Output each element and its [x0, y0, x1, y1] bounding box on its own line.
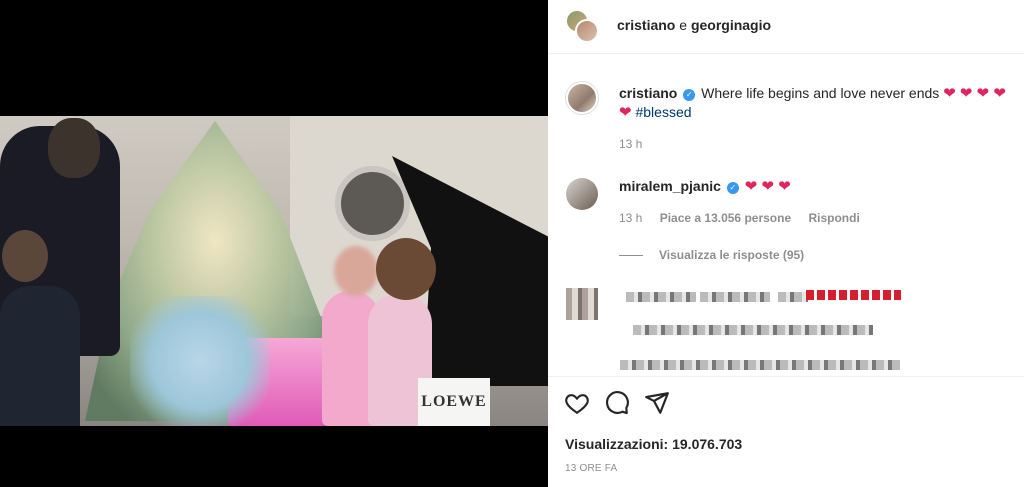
verified-icon: ✓ [726, 182, 739, 194]
likes-count[interactable]: Piace a 13.056 persone [660, 211, 791, 225]
verified-icon: ✓ [683, 89, 696, 101]
media-area: LOEWE [0, 0, 548, 487]
hashtag-link[interactable]: #blessed [635, 104, 691, 120]
heart-emoji: ❤ [619, 104, 632, 121]
post-panel: cristiano e georginagio cristiano ✓ Wher… [548, 0, 1024, 487]
shopping-bag: LOEWE [418, 378, 490, 426]
avatar [575, 19, 599, 43]
pixelated-text [778, 292, 808, 302]
post-timestamp: 13 ORE FA [565, 463, 618, 474]
person-girl-2-head [376, 238, 436, 300]
reply-button[interactable]: Rispondi [808, 211, 859, 225]
comment-icon[interactable] [604, 390, 630, 416]
pixelated-text [633, 325, 873, 335]
views-label: Visualizzazioni: [565, 436, 669, 452]
pixelated-avatar [566, 288, 598, 320]
pixelated-text [700, 292, 770, 302]
post-header: cristiano e georginagio [548, 0, 1024, 54]
post-owners: cristiano e georginagio [617, 17, 771, 33]
heart-icon[interactable] [564, 390, 590, 416]
owners-avatar-stack[interactable] [565, 9, 601, 45]
caption: cristiano ✓ Where life begins and love n… [619, 84, 1019, 122]
pixelated-emoji [806, 290, 901, 300]
views-value: 19.076.703 [672, 436, 743, 452]
person-child [0, 286, 80, 426]
video-player[interactable]: LOEWE [0, 116, 548, 426]
owners-conjunction: e [679, 17, 688, 33]
person-adult-head [48, 118, 100, 178]
confetti [130, 296, 270, 426]
comment-text: ❤ ❤ ❤ [744, 178, 791, 195]
action-bar [564, 390, 670, 416]
hearts-emoji: ❤ ❤ ❤ ❤ [943, 85, 1006, 102]
owner-link[interactable]: cristiano [617, 17, 675, 33]
view-replies-button[interactable]: Visualizza le risposte (95) [619, 248, 804, 262]
caption-username[interactable]: cristiano [619, 85, 677, 101]
views-count[interactable]: Visualizzazioni: 19.076.703 [565, 436, 742, 452]
comment-avatar[interactable] [566, 178, 598, 210]
caption-text: Where life begins and love never ends [701, 85, 940, 101]
caption-time: 13 h [619, 137, 643, 151]
comment-meta: 13 h Piace a 13.056 persone Rispondi [619, 211, 874, 225]
divider-line [619, 254, 643, 256]
mirror [335, 166, 410, 241]
pixelated-text [626, 292, 696, 302]
comment: miralem_pjanic ✓ ❤ ❤ ❤ [619, 177, 791, 195]
caption-avatar[interactable] [566, 82, 598, 114]
share-icon[interactable] [644, 390, 670, 416]
owner-link[interactable]: georginagio [691, 17, 771, 33]
pixelated-text [620, 360, 900, 370]
view-replies-label: Visualizza le risposte (95) [659, 248, 805, 262]
person-girl-1-head [334, 246, 378, 296]
person-child-head [2, 230, 48, 282]
comment-username[interactable]: miralem_pjanic [619, 178, 721, 194]
divider [548, 376, 1024, 377]
comment-time: 13 h [619, 211, 643, 225]
